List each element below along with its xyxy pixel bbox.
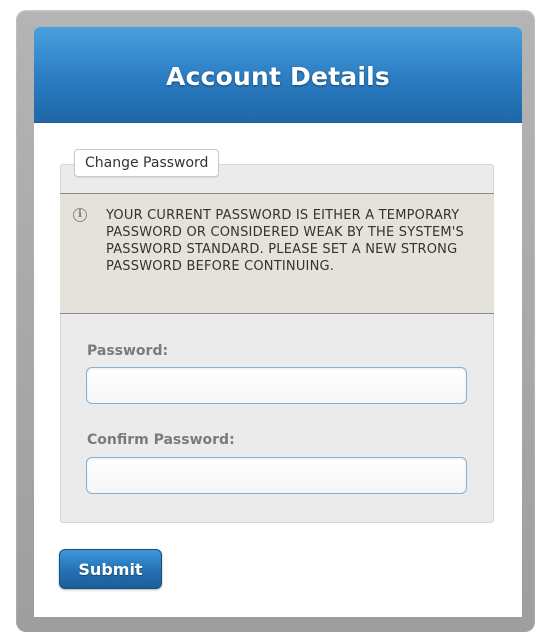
submit-button[interactable]: Submit [59, 549, 162, 589]
password-notice: i YOUR CURRENT PASSWORD IS EITHER A TEMP… [60, 193, 494, 314]
password-input[interactable] [86, 367, 467, 404]
page-title: Account Details [166, 62, 390, 91]
notice-text: YOUR CURRENT PASSWORD IS EITHER A TEMPOR… [106, 208, 465, 274]
confirm-password-label: Confirm Password: [87, 432, 235, 448]
card-header: Account Details [34, 27, 522, 123]
confirm-password-input[interactable] [86, 457, 467, 494]
info-icon: i [73, 208, 87, 222]
change-password-legend: Change Password [74, 149, 220, 177]
password-label: Password: [87, 343, 169, 359]
account-details-card: Account Details Change Password i YOUR C… [34, 27, 522, 617]
